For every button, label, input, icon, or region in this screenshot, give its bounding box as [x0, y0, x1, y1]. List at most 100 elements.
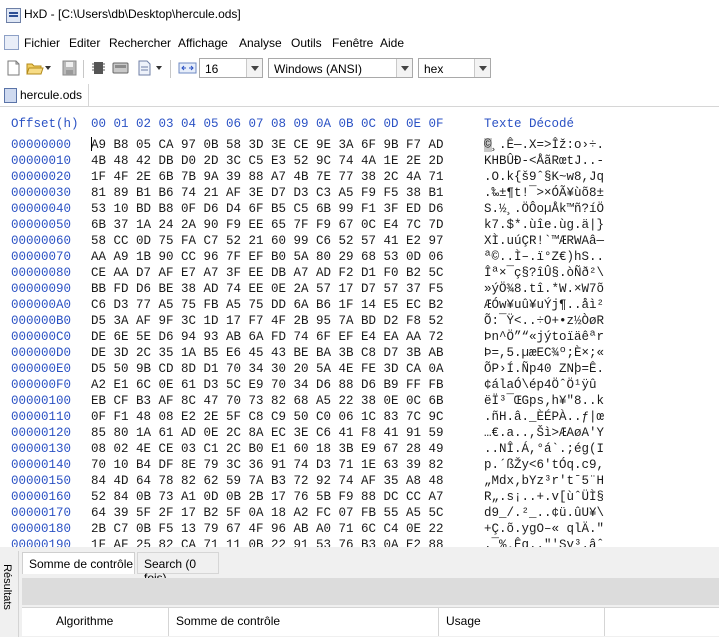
- menu-analyse[interactable]: Analyse: [239, 36, 282, 50]
- hex-row[interactable]: 000000A0 C6 D3 77 A5 75 FB A5 75 DD 6A B6…: [0, 298, 719, 314]
- charset-select[interactable]: Windows (ANSI): [268, 58, 413, 78]
- chevron-down-icon[interactable]: [474, 59, 490, 77]
- column-algorithme[interactable]: Algorithme: [56, 614, 113, 628]
- row-hex-bytes[interactable]: 81 89 B1 B6 74 21 AF 3E D7 D3 C3 A5 F9 F…: [91, 186, 444, 200]
- row-hex-bytes[interactable]: 4B 48 42 DB D0 2D 3C C5 E3 52 9C 74 4A 1…: [91, 154, 444, 168]
- row-hex-bytes[interactable]: D5 3A AF 9F 3C 1D 17 F7 4F 2B 95 7A BD D…: [91, 314, 444, 328]
- hex-row[interactable]: 00000060 58 CC 0D 75 FA C7 52 21 60 99 C6…: [0, 234, 719, 250]
- row-hex-bytes[interactable]: DE 3D 2C 35 1A B5 E6 45 43 BE BA 3B C8 D…: [91, 346, 444, 360]
- menu-aide[interactable]: Aide: [380, 36, 404, 50]
- hex-row[interactable]: 00000180 2B C7 0B F5 13 79 67 4F 96 AB A0…: [0, 522, 719, 538]
- row-decoded-text[interactable]: S.½¸.ÖÔoµÅk™ñ?íÖ: [484, 202, 604, 216]
- new-file-icon[interactable]: [6, 60, 21, 76]
- row-decoded-text[interactable]: ¢álaÓ\ép4ÖˆÖ¹ÿû: [484, 378, 597, 392]
- row-decoded-text[interactable]: ÕP›Í.Ñp40 ZNþ=Ê.: [484, 362, 604, 376]
- row-hex-bytes[interactable]: CE AA D7 AF E7 A7 3F EE DB A7 AD F2 D1 F…: [91, 266, 444, 280]
- row-hex-bytes[interactable]: BB FD D6 BE 38 AD 74 EE 0E 2A 57 17 D7 5…: [91, 282, 444, 296]
- hex-row[interactable]: 00000040 53 10 BD B8 0F D6 D4 6F B5 C5 6B…: [0, 202, 719, 218]
- hex-row[interactable]: 00000010 4B 48 42 DB D0 2D 3C C5 E3 52 9C…: [0, 154, 719, 170]
- column-divider[interactable]: [604, 608, 605, 636]
- row-hex-bytes[interactable]: 70 10 B4 DF 8E 79 3C 36 91 74 D3 71 1E 6…: [91, 458, 444, 472]
- row-decoded-text[interactable]: Îª×¯ç§?îÛ§.òÑð²\: [484, 266, 604, 280]
- row-hex-bytes[interactable]: A2 E1 6C 0E 61 D3 5C E9 70 34 D6 88 D6 B…: [91, 378, 444, 392]
- hex-row[interactable]: 00000090 BB FD D6 BE 38 AD 74 EE 0E 2A 57…: [0, 282, 719, 298]
- row-hex-bytes[interactable]: 53 10 BD B8 0F D6 D4 6F B5 C5 6B 99 F1 3…: [91, 202, 444, 216]
- row-hex-bytes[interactable]: C6 D3 77 A5 75 FB A5 75 DD 6A B6 1F 14 E…: [91, 298, 444, 312]
- bytes-per-row-select[interactable]: 16: [199, 58, 263, 78]
- menu-editer[interactable]: Editer: [69, 36, 100, 50]
- row-decoded-text[interactable]: ÆÓw¥uû¥uÝj¶..åì²: [484, 298, 604, 312]
- hex-row[interactable]: 00000080 CE AA D7 AF E7 A7 3F EE DB A7 AD…: [0, 266, 719, 282]
- row-decoded-text[interactable]: .¯%‚Êq.."'Sv³.âˆ: [484, 538, 604, 547]
- row-hex-bytes[interactable]: A9 B8 05 CA 97 0B 58 3D 3E CE 9E 3A 6F 9…: [91, 138, 444, 152]
- hex-row[interactable]: 00000130 08 02 4E CE 03 C1 2C B0 E1 60 18…: [0, 442, 719, 458]
- hex-row[interactable]: 000000E0 D5 50 9B CD 8D D1 70 34 30 20 5A…: [0, 362, 719, 378]
- row-decoded-text[interactable]: KHBÛÐ-<ÅãRœtJ..-: [484, 154, 604, 168]
- row-decoded-text[interactable]: …€.a..,Šì>ÆAøA'Y: [484, 426, 604, 440]
- row-hex-bytes[interactable]: 58 CC 0D 75 FA C7 52 21 60 99 C6 52 57 4…: [91, 234, 444, 248]
- tab-search[interactable]: Search (0 fois): [137, 552, 219, 585]
- row-decoded-text[interactable]: d9_/.²_..¢ü.ûU¥\: [484, 506, 604, 520]
- tab-hercule-ods[interactable]: hercule.ods: [0, 84, 89, 106]
- hex-row[interactable]: 00000120 85 80 1A 61 AD 0E 2C 8A EC 3E C6…: [0, 426, 719, 442]
- open-folder-icon[interactable]: [26, 60, 44, 76]
- row-decoded-text[interactable]: +Ç.õ.ygO–« qlÄ.": [484, 522, 604, 536]
- hex-row[interactable]: 00000070 AA A9 1B 90 CC 96 7F EF B0 5A 80…: [0, 250, 719, 266]
- row-decoded-text[interactable]: ª©..Ì–.ï°Z€)hS..: [484, 250, 604, 264]
- row-hex-bytes[interactable]: D5 50 9B CD 8D D1 70 34 30 20 5A 4E FE 3…: [91, 362, 444, 376]
- row-hex-bytes[interactable]: 0F F1 48 08 E2 2E 5F C8 C9 50 C0 06 1C 8…: [91, 410, 444, 424]
- menu-outils[interactable]: Outils: [291, 36, 322, 50]
- row-decoded-text[interactable]: k7.$*.ùîe.ùg.ä|}: [484, 218, 604, 232]
- row-decoded-text[interactable]: »ýÖ¾8.tî.*W.×W7õ: [484, 282, 604, 296]
- menu-rechercher[interactable]: Rechercher: [109, 36, 171, 50]
- hex-row[interactable]: 00000100 EB CF B3 AF 8C 47 70 73 82 68 A5…: [0, 394, 719, 410]
- hex-row[interactable]: 00000000 A9 B8 05 CA 97 0B 58 3D 3E CE 9E…: [0, 138, 719, 154]
- row-hex-bytes[interactable]: 84 4D 64 78 82 62 59 7A B3 72 92 74 AF 3…: [91, 474, 444, 488]
- disk-icon[interactable]: [112, 60, 129, 76]
- hex-row[interactable]: 00000150 84 4D 64 78 82 62 59 7A B3 72 92…: [0, 474, 719, 490]
- menu-fenetre[interactable]: Fenêtre: [332, 36, 373, 50]
- row-hex-bytes[interactable]: 85 80 1A 61 AD 0E 2C 8A EC 3E C6 41 F8 4…: [91, 426, 444, 440]
- row-hex-bytes[interactable]: 1F AF 25 82 CA 71 11 0B 22 91 53 76 B3 0…: [91, 538, 444, 547]
- open-dropdown-icon[interactable]: [45, 66, 51, 71]
- column-somme-de-controle[interactable]: Somme de contrôle: [176, 614, 280, 628]
- row-hex-bytes[interactable]: 64 39 5F 2F 17 B2 5F 0A 18 A2 FC 07 FB 5…: [91, 506, 444, 520]
- row-decoded-text[interactable]: ©¸.Ê—.X=>Îž:o›÷.: [484, 138, 604, 152]
- hex-row[interactable]: 00000110 0F F1 48 08 E2 2E 5F C8 C9 50 C0…: [0, 410, 719, 426]
- hex-row[interactable]: 00000160 52 84 0B 73 A1 0D 0B 2B 17 76 5B…: [0, 490, 719, 506]
- results-side-tab[interactable]: Résultats: [0, 551, 19, 637]
- menu-affichage[interactable]: Affichage: [178, 36, 228, 50]
- row-hex-bytes[interactable]: 6B 37 1A 24 2A 90 F9 EE 65 7F F9 67 0C E…: [91, 218, 444, 232]
- row-decoded-text[interactable]: XÌ.uúÇR!`™ÆRWAâ—: [484, 234, 604, 248]
- row-hex-bytes[interactable]: AA A9 1B 90 CC 96 7F EF B0 5A 80 29 68 5…: [91, 250, 444, 264]
- row-hex-bytes[interactable]: 2B C7 0B F5 13 79 67 4F 96 AB A0 71 6C C…: [91, 522, 444, 536]
- column-usage[interactable]: Usage: [446, 614, 481, 628]
- hex-row[interactable]: 00000140 70 10 B4 DF 8E 79 3C 36 91 74 D3…: [0, 458, 719, 474]
- hex-row[interactable]: 00000050 6B 37 1A 24 2A 90 F9 EE 65 7F F9…: [0, 218, 719, 234]
- hex-row[interactable]: 000000B0 D5 3A AF 9F 3C 1D 17 F7 4F 2B 95…: [0, 314, 719, 330]
- row-hex-bytes[interactable]: DE 6E 5E D6 94 93 AB 6A FD 74 6F EF E4 E…: [91, 330, 444, 344]
- display-mode-select[interactable]: hex: [418, 58, 491, 78]
- hex-row[interactable]: 000000D0 DE 3D 2C 35 1A B5 E6 45 43 BE BA…: [0, 346, 719, 362]
- column-divider[interactable]: [168, 608, 169, 636]
- row-decoded-text[interactable]: Þ=,5.µæEC¾º;È×;«: [484, 346, 604, 360]
- tab-checksum[interactable]: Somme de contrôle: [22, 552, 135, 574]
- row-decoded-text[interactable]: .‰±¶t!¯>×ÓÃ¥ùõ8±: [484, 186, 604, 200]
- row-hex-bytes[interactable]: 1F 4F 2E 6B 7B 9A 39 88 A7 4B 7E 77 38 2…: [91, 170, 444, 184]
- hex-row[interactable]: 000000F0 A2 E1 6C 0E 61 D3 5C E9 70 34 D6…: [0, 378, 719, 394]
- row-decoded-text[interactable]: R„.s¡..+.v[ùˆÜÌ§: [484, 490, 604, 504]
- row-decoded-text[interactable]: ..NÎ.Á,°á`.;ég(I: [484, 442, 604, 456]
- ram-icon[interactable]: [91, 60, 106, 76]
- row-decoded-text[interactable]: ëÏ³¯ŒGps‚h¥"8..k: [484, 394, 604, 408]
- save-icon[interactable]: [62, 60, 77, 76]
- row-decoded-text[interactable]: p.´ßŽy<6'tÓq.c9,: [484, 458, 604, 472]
- hex-row[interactable]: 00000020 1F 4F 2E 6B 7B 9A 39 88 A7 4B 7E…: [0, 170, 719, 186]
- row-hex-bytes[interactable]: EB CF B3 AF 8C 47 70 73 82 68 A5 22 38 0…: [91, 394, 444, 408]
- row-hex-bytes[interactable]: 08 02 4E CE 03 C1 2C B0 E1 60 18 3B E9 6…: [91, 442, 444, 456]
- hex-editor-view[interactable]: Offset(h) 00 01 02 03 04 05 06 07 08 09 …: [0, 107, 719, 547]
- row-decoded-text[interactable]: Þn^Ö”“«jýtoïäêªr: [484, 330, 604, 344]
- hex-row[interactable]: 000000C0 DE 6E 5E D6 94 93 AB 6A FD 74 6F…: [0, 330, 719, 346]
- hex-row[interactable]: 00000030 81 89 B1 B6 74 21 AF 3E D7 D3 C3…: [0, 186, 719, 202]
- row-decoded-text[interactable]: Õ:¯Ÿ<..÷O+•z½ÒøR: [484, 314, 604, 328]
- file-page-dropdown-icon[interactable]: [156, 66, 162, 71]
